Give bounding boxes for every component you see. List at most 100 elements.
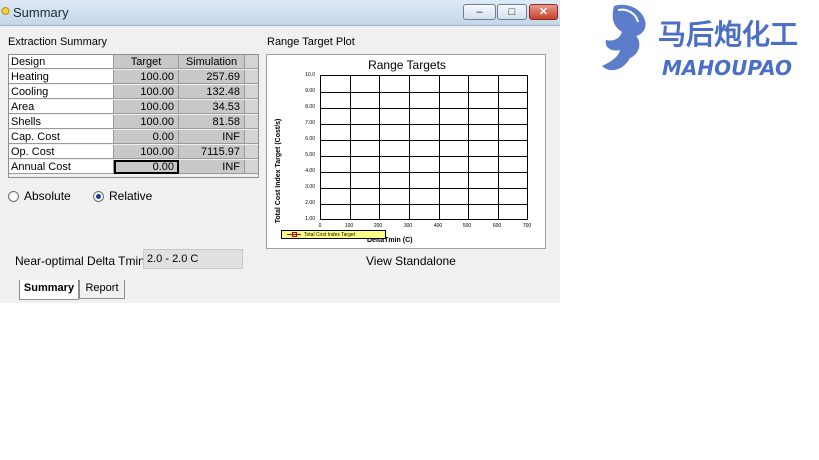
- x-tick-label: 300: [403, 223, 413, 229]
- y-tick-label: 3.00: [305, 184, 315, 190]
- chart-legend: Total Cost Index Target: [281, 230, 386, 239]
- target-cell[interactable]: 100.00: [114, 115, 179, 129]
- tab-summary[interactable]: Summary: [19, 280, 79, 300]
- y-tick-label: 9.00: [305, 88, 315, 94]
- maximize-icon: □: [508, 6, 516, 18]
- minimize-icon: –: [476, 6, 483, 18]
- simulation-cell: 34.53: [179, 100, 245, 114]
- absolute-radio[interactable]: [8, 191, 19, 202]
- simulation-cell: 81.58: [179, 115, 245, 129]
- app-icon: [1, 7, 10, 15]
- table-row: Shells 100.00 81.58: [9, 115, 258, 130]
- x-tick-label: 600: [492, 223, 502, 229]
- horse-icon: [602, 4, 646, 71]
- tab-report[interactable]: Report: [79, 280, 125, 299]
- grid-line: [468, 76, 469, 219]
- grid-line: [498, 76, 499, 219]
- x-tick-label: 500: [462, 223, 472, 229]
- y-tick-label: 5.00: [305, 152, 315, 158]
- row-label: Cap. Cost: [9, 130, 114, 144]
- row-label: Shells: [9, 115, 114, 129]
- close-button[interactable]: ✕: [529, 4, 558, 20]
- chart-title: Range Targets: [368, 58, 446, 72]
- table-row: Annual Cost 0.00 INF: [9, 160, 258, 175]
- relative-radio[interactable]: [93, 191, 104, 202]
- minimize-button[interactable]: –: [463, 4, 496, 20]
- row-label: Cooling: [9, 85, 114, 99]
- filler-cell: [245, 130, 258, 144]
- x-tick-label: 200: [373, 223, 383, 229]
- row-label: Area: [9, 100, 114, 114]
- x-tick-label: 100: [344, 223, 354, 229]
- maximize-button[interactable]: □: [497, 4, 527, 20]
- grid-line: [409, 76, 410, 219]
- logo-en-text: MAHOUPAO: [662, 56, 792, 80]
- y-tick-label: 1.00: [305, 216, 315, 222]
- grid-line: [321, 204, 527, 205]
- y-tick-label: 8.00: [305, 104, 315, 110]
- mahoupao-logo: 马后炮化工 MAHOUPAO: [602, 4, 798, 80]
- row-label: Annual Cost: [9, 160, 114, 174]
- y-axis-label: Total Cost Index Target (Cost/s): [275, 118, 282, 224]
- target-cell[interactable]: 100.00: [114, 70, 179, 84]
- legend-entry: Total Cost Index Target: [304, 232, 356, 238]
- target-cell[interactable]: 0.00: [114, 130, 179, 144]
- close-icon: ✕: [538, 6, 549, 18]
- range-target-plot-label: Range Target Plot: [267, 36, 355, 48]
- grid-line: [321, 172, 527, 173]
- simulation-cell: INF: [179, 160, 245, 174]
- y-tick-label: 10.0: [305, 72, 315, 78]
- plot-area: [320, 75, 528, 220]
- y-tick-label: 7.00: [305, 120, 315, 126]
- extraction-grid: Design Target Simulation Heating 100.00 …: [8, 54, 259, 178]
- filler-cell: [245, 145, 258, 159]
- title-bar[interactable]: Summary – □ ✕: [0, 0, 560, 26]
- near-optimal-field: 2.0 - 2.0 C: [143, 249, 243, 269]
- grid-line: [350, 76, 351, 219]
- y-tick-label: 2.00: [305, 200, 315, 206]
- view-standalone-link[interactable]: View Standalone: [366, 254, 456, 268]
- x-tick-label: 700: [522, 223, 532, 229]
- target-cell[interactable]: 100.00: [114, 100, 179, 114]
- grid-header-row: Design Target Simulation: [9, 55, 258, 70]
- legend-marker: [287, 232, 301, 237]
- grid-line: [321, 124, 527, 125]
- header-simulation: Simulation: [179, 55, 245, 69]
- grid-line: [321, 156, 527, 157]
- absolute-radio-label[interactable]: Absolute: [24, 189, 71, 203]
- header-design: Design: [9, 55, 114, 69]
- summary-window: Summary – □ ✕ Extraction Summary Design …: [0, 0, 560, 303]
- filler-cell: [245, 100, 258, 114]
- filler-cell: [245, 160, 258, 174]
- window-title: Summary: [13, 5, 69, 20]
- filler-cell: [245, 115, 258, 129]
- target-cell-selected[interactable]: 0.00: [114, 160, 179, 174]
- tab-strip: Summary Report: [0, 280, 560, 303]
- near-optimal-label: Near-optimal Delta Tmin:: [15, 254, 149, 268]
- filler-cell: [245, 70, 258, 84]
- table-row: Cap. Cost 0.00 INF: [9, 130, 258, 145]
- y-tick-label: 4.00: [305, 168, 315, 174]
- target-cell[interactable]: 100.00: [114, 145, 179, 159]
- grid-line: [321, 92, 527, 93]
- target-cell[interactable]: 100.00: [114, 85, 179, 99]
- logo-cn-text: 马后炮化工: [658, 18, 798, 51]
- grid-line: [321, 188, 527, 189]
- simulation-cell: 132.48: [179, 85, 245, 99]
- table-row: Area 100.00 34.53: [9, 100, 258, 115]
- extraction-summary-label: Extraction Summary: [8, 36, 108, 48]
- row-label: Op. Cost: [9, 145, 114, 159]
- table-row: Heating 100.00 257.69: [9, 70, 258, 85]
- relative-radio-label[interactable]: Relative: [109, 189, 152, 203]
- table-row: Cooling 100.00 132.48: [9, 85, 258, 100]
- grid-line: [321, 108, 527, 109]
- simulation-cell: INF: [179, 130, 245, 144]
- range-target-plot[interactable]: Range Targets 10.0 9.00 8.00 7.00 6.00 5…: [266, 54, 546, 249]
- table-row: Op. Cost 100.00 7115.97: [9, 145, 258, 160]
- filler-cell: [245, 85, 258, 99]
- grid-line: [321, 140, 527, 141]
- x-tick-label: 400: [433, 223, 443, 229]
- grid-line: [379, 76, 380, 219]
- simulation-cell: 257.69: [179, 70, 245, 84]
- header-filler: [245, 55, 258, 69]
